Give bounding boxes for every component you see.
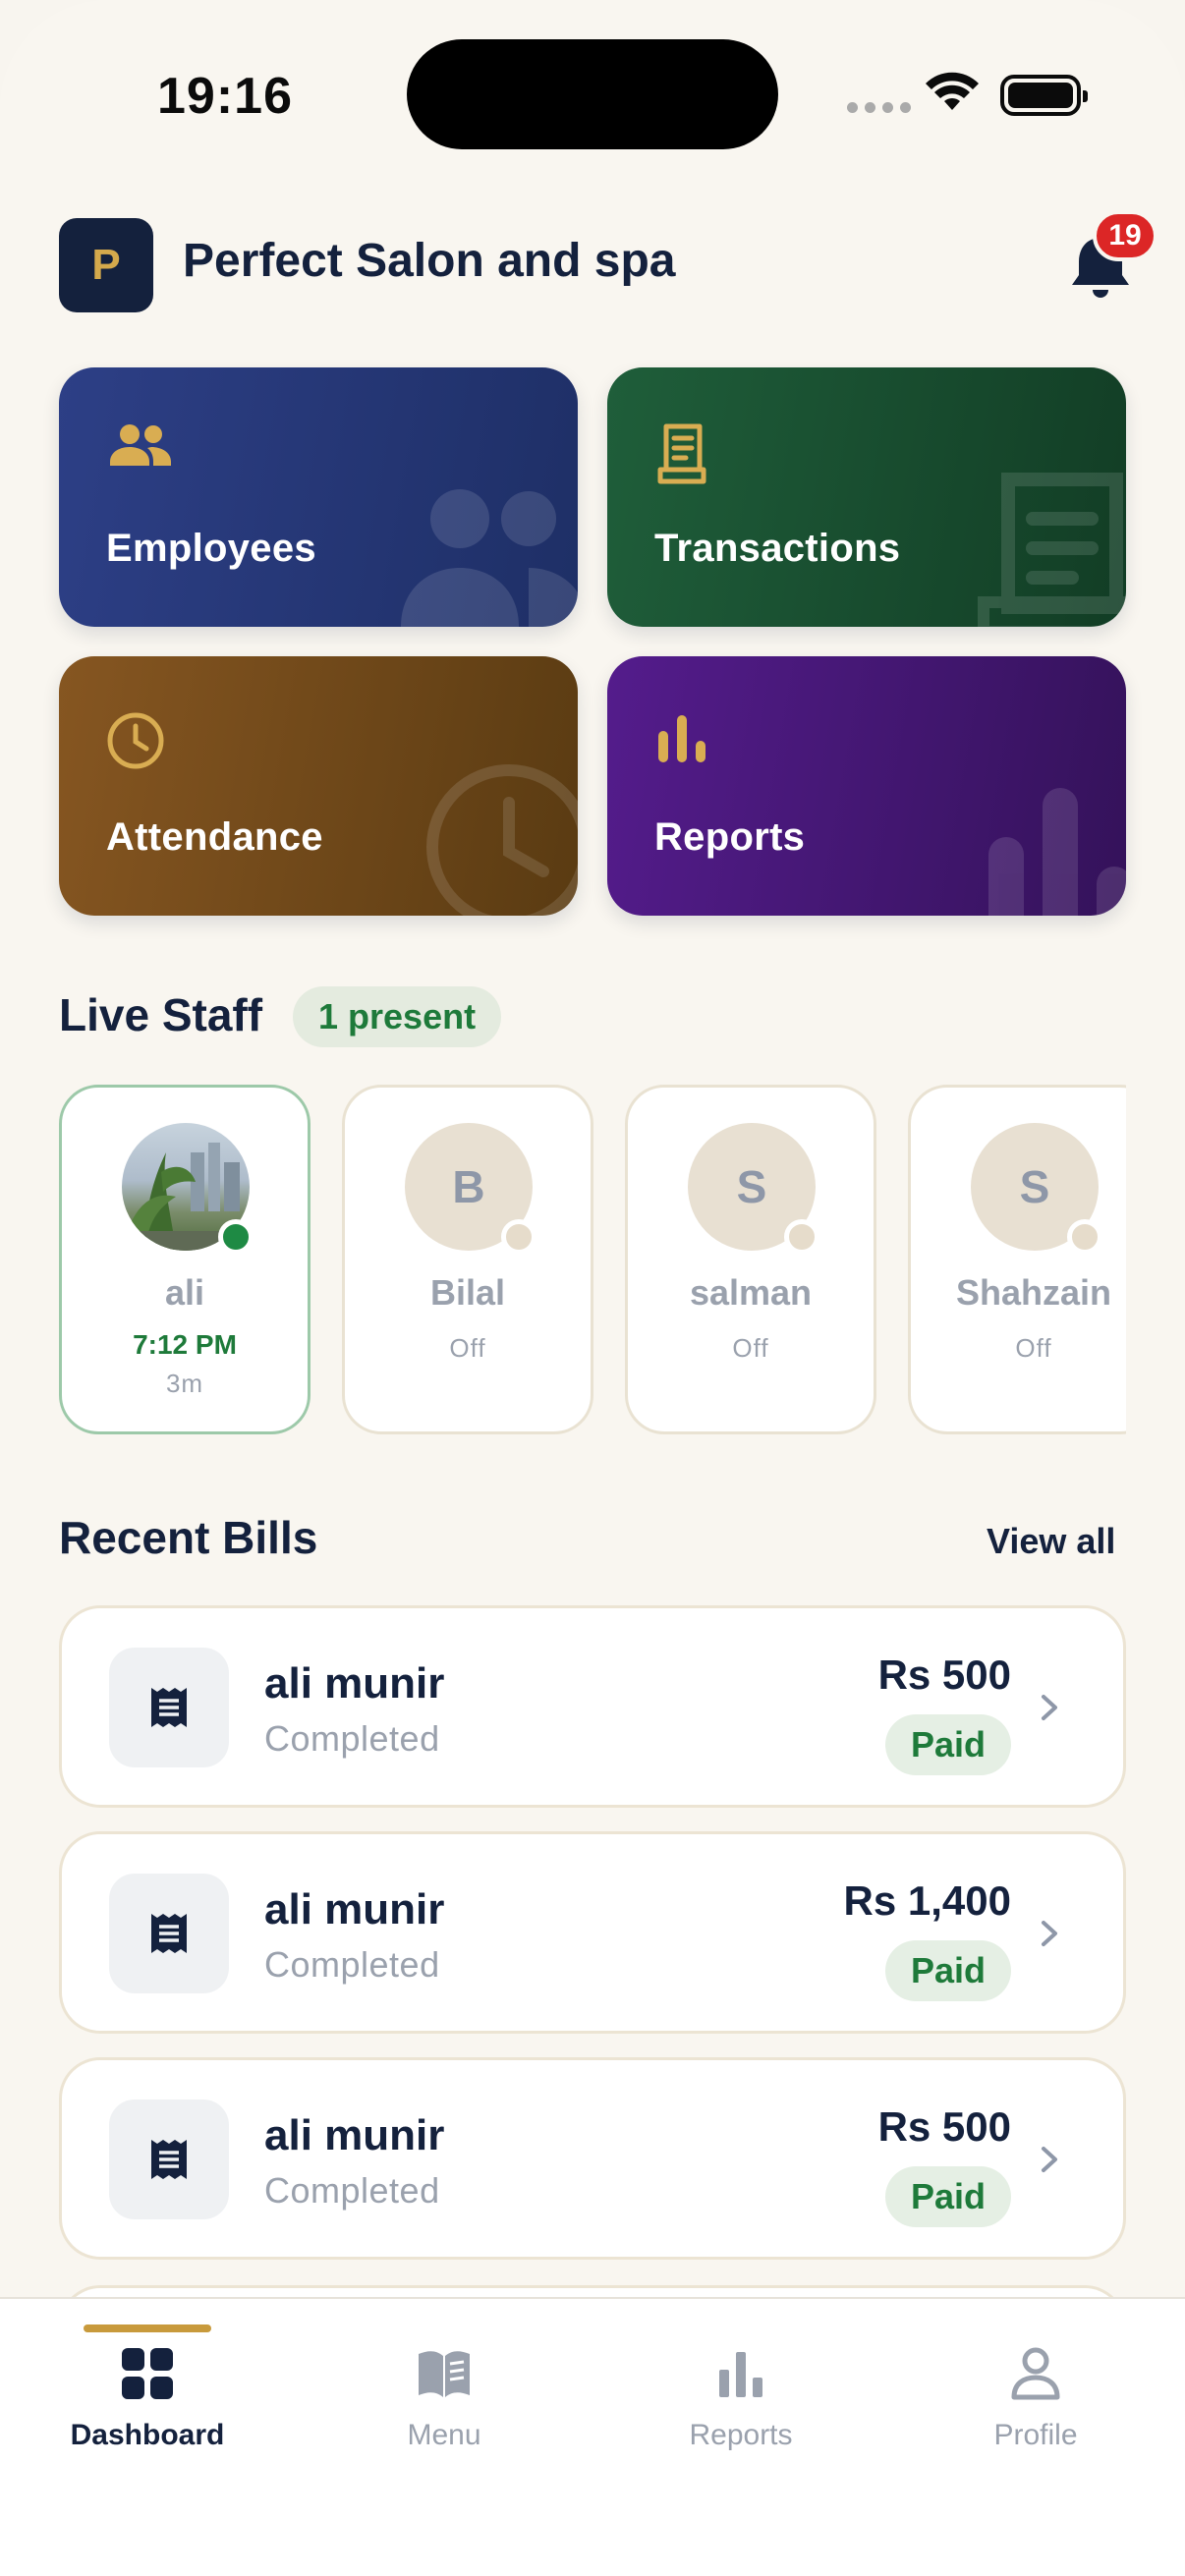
tab-menu-label: Menu	[407, 2419, 481, 2451]
chevron-right-icon	[1042, 1695, 1057, 1720]
attendance-tile[interactable]: Attendance	[59, 656, 578, 916]
chevron-right-icon	[1042, 1921, 1057, 1946]
staff-duration: 3m	[165, 1369, 204, 1398]
staff-name: ali	[164, 1272, 205, 1313]
online-status-dot	[218, 1219, 254, 1255]
tab-profile[interactable]: Profile	[888, 2299, 1183, 2495]
chevron-right-icon	[1042, 2147, 1057, 2172]
staff-status: Off	[1015, 1333, 1052, 1363]
app-screen: 19:16 P Perfect Salon and spa 19 Employe…	[0, 0, 1185, 2576]
tab-dashboard[interactable]: Dashboard	[0, 2299, 295, 2495]
tab-reports-label: Reports	[689, 2419, 793, 2451]
clock-icon	[107, 712, 164, 769]
status-time: 19:16	[157, 68, 293, 125]
attendance-tile-label: Attendance	[106, 815, 323, 859]
bill-status: Completed	[264, 1944, 440, 1985]
bill-amount: Rs 500	[877, 2103, 1011, 2150]
staff-card[interactable]: ali 7:12 PM 3m	[59, 1085, 310, 1434]
battery-icon	[1000, 75, 1088, 116]
bill-amount: Rs 500	[877, 1652, 1011, 1698]
people-icon	[110, 424, 171, 466]
transactions-tile[interactable]: Transactions	[607, 367, 1126, 627]
tab-reports[interactable]: Reports	[593, 2299, 888, 2495]
bill-customer-name: ali munir	[264, 2111, 445, 2159]
view-all-bills-link[interactable]: View all	[987, 1521, 1115, 1562]
staff-name: salman	[689, 1272, 813, 1313]
present-count-badge: 1 present	[293, 986, 502, 1047]
receipt-list-icon	[151, 2140, 187, 2179]
bill-status: Completed	[264, 2170, 440, 2211]
bill-icon-box	[109, 1874, 229, 1993]
tab-dashboard-label: Dashboard	[70, 2419, 225, 2451]
bar-chart-icon	[719, 2352, 762, 2397]
bill-customer-name: ali munir	[264, 1885, 445, 1933]
staff-status: Off	[732, 1333, 769, 1363]
people-watermark-icon	[401, 489, 578, 627]
bill-card[interactable]: ali munir Completed Rs 1,400 Paid	[59, 1831, 1126, 2034]
employees-tile[interactable]: Employees	[59, 367, 578, 627]
offline-status-dot	[784, 1219, 819, 1255]
bar-chart-watermark-icon	[988, 788, 1126, 916]
staff-status: Off	[449, 1333, 486, 1363]
notification-badge[interactable]: 19	[1093, 210, 1157, 261]
receipt-list-icon	[151, 1914, 187, 1953]
offline-status-dot	[501, 1219, 536, 1255]
staff-card[interactable]: S Shahzain Off	[908, 1085, 1126, 1434]
bill-card[interactable]: ali munir Completed Rs 500 Paid	[59, 2057, 1126, 2260]
active-tab-indicator	[84, 2324, 211, 2332]
bill-icon-box	[109, 2100, 229, 2219]
bill-amount: Rs 1,400	[843, 1877, 1011, 1924]
wifi-icon	[926, 72, 979, 110]
salon-logo: P	[59, 218, 153, 312]
paid-badge: Paid	[884, 2166, 1011, 2227]
bar-chart-icon	[658, 715, 705, 762]
book-icon	[419, 2351, 470, 2397]
recent-bills-title: Recent Bills	[59, 1512, 318, 1563]
receipt-list-icon	[151, 1688, 187, 1727]
paid-badge: Paid	[884, 1940, 1011, 2001]
employees-tile-label: Employees	[106, 527, 316, 570]
bill-icon-box	[109, 1648, 229, 1767]
person-icon	[1011, 2347, 1060, 2400]
salon-name: Perfect Salon and spa	[183, 235, 676, 287]
reports-tile-label: Reports	[654, 815, 806, 859]
tab-menu[interactable]: Menu	[297, 2299, 592, 2495]
receipt-icon	[657, 423, 706, 484]
dynamic-island	[407, 39, 778, 149]
staff-checkin-time: 7:12 PM	[133, 1329, 237, 1360]
staff-name: Shahzain	[955, 1272, 1112, 1313]
cellular-signal-icon	[847, 102, 911, 113]
bottom-tab-bar: Dashboard Menu Reports Profile	[0, 2297, 1185, 2576]
staff-card[interactable]: B Bilal Off	[342, 1085, 593, 1434]
staff-card[interactable]: S salman Off	[625, 1085, 876, 1434]
tab-profile-label: Profile	[993, 2419, 1078, 2451]
live-staff-title: Live Staff	[59, 989, 263, 1040]
clock-watermark-icon	[426, 764, 578, 916]
reports-tile[interactable]: Reports	[607, 656, 1126, 916]
transactions-tile-label: Transactions	[654, 527, 901, 570]
bill-status: Completed	[264, 1718, 440, 1759]
staff-carousel[interactable]: ali 7:12 PM 3m B Bilal Off S salman Off …	[59, 1085, 1126, 1436]
staff-name: Bilal	[429, 1272, 506, 1313]
paid-badge: Paid	[884, 1714, 1011, 1775]
bill-customer-name: ali munir	[264, 1659, 445, 1708]
receipt-watermark-icon	[978, 473, 1126, 627]
offline-status-dot	[1067, 1219, 1102, 1255]
dashboard-grid-icon	[122, 2348, 173, 2399]
bill-card[interactable]: ali munir Completed Rs 500 Paid	[59, 1605, 1126, 1808]
